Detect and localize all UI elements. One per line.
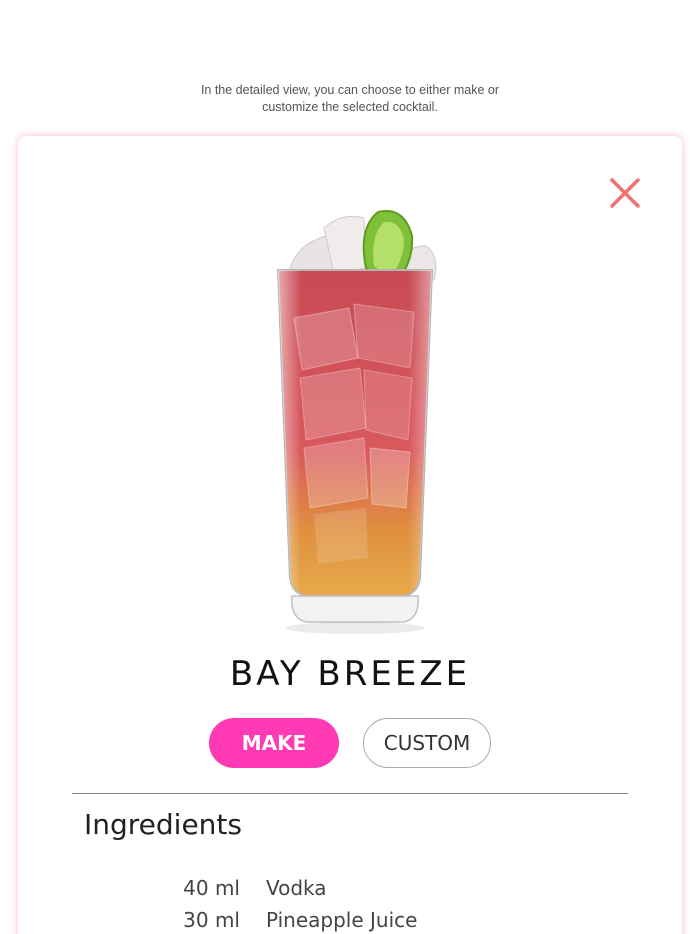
caption-line-1: In the detailed view, you can choose to … xyxy=(200,83,500,97)
caption-line-2: customize the selected cocktail. xyxy=(262,100,438,114)
cocktail-glass-image xyxy=(276,210,437,634)
close-button[interactable] xyxy=(608,176,642,210)
make-button[interactable]: MAKE xyxy=(209,718,339,768)
divider xyxy=(72,793,628,794)
ingredient-quantity: 40 ml xyxy=(183,876,240,900)
custom-button[interactable]: CUSTOM xyxy=(363,718,491,768)
ingredient-row: 40 ml Vodka xyxy=(148,872,417,904)
page: In the detailed view, you can choose to … xyxy=(0,0,700,934)
action-buttons: MAKE CUSTOM xyxy=(18,718,682,768)
ingredients-list: 40 ml Vodka 30 ml Pineapple Juice xyxy=(148,872,417,934)
close-icon xyxy=(610,178,640,208)
cocktail-detail-card: BAY BREEZE MAKE CUSTOM Ingredients 40 ml… xyxy=(18,136,682,934)
caption: In the detailed view, you can choose to … xyxy=(0,82,700,116)
ingredient-name: Vodka xyxy=(266,876,327,900)
ingredient-name: Pineapple Juice xyxy=(266,908,418,932)
ingredients-heading: Ingredients xyxy=(84,808,242,841)
ingredient-row: 30 ml Pineapple Juice xyxy=(148,904,417,934)
ingredient-quantity: 30 ml xyxy=(183,908,240,932)
drink-title: BAY BREEZE xyxy=(229,654,471,694)
